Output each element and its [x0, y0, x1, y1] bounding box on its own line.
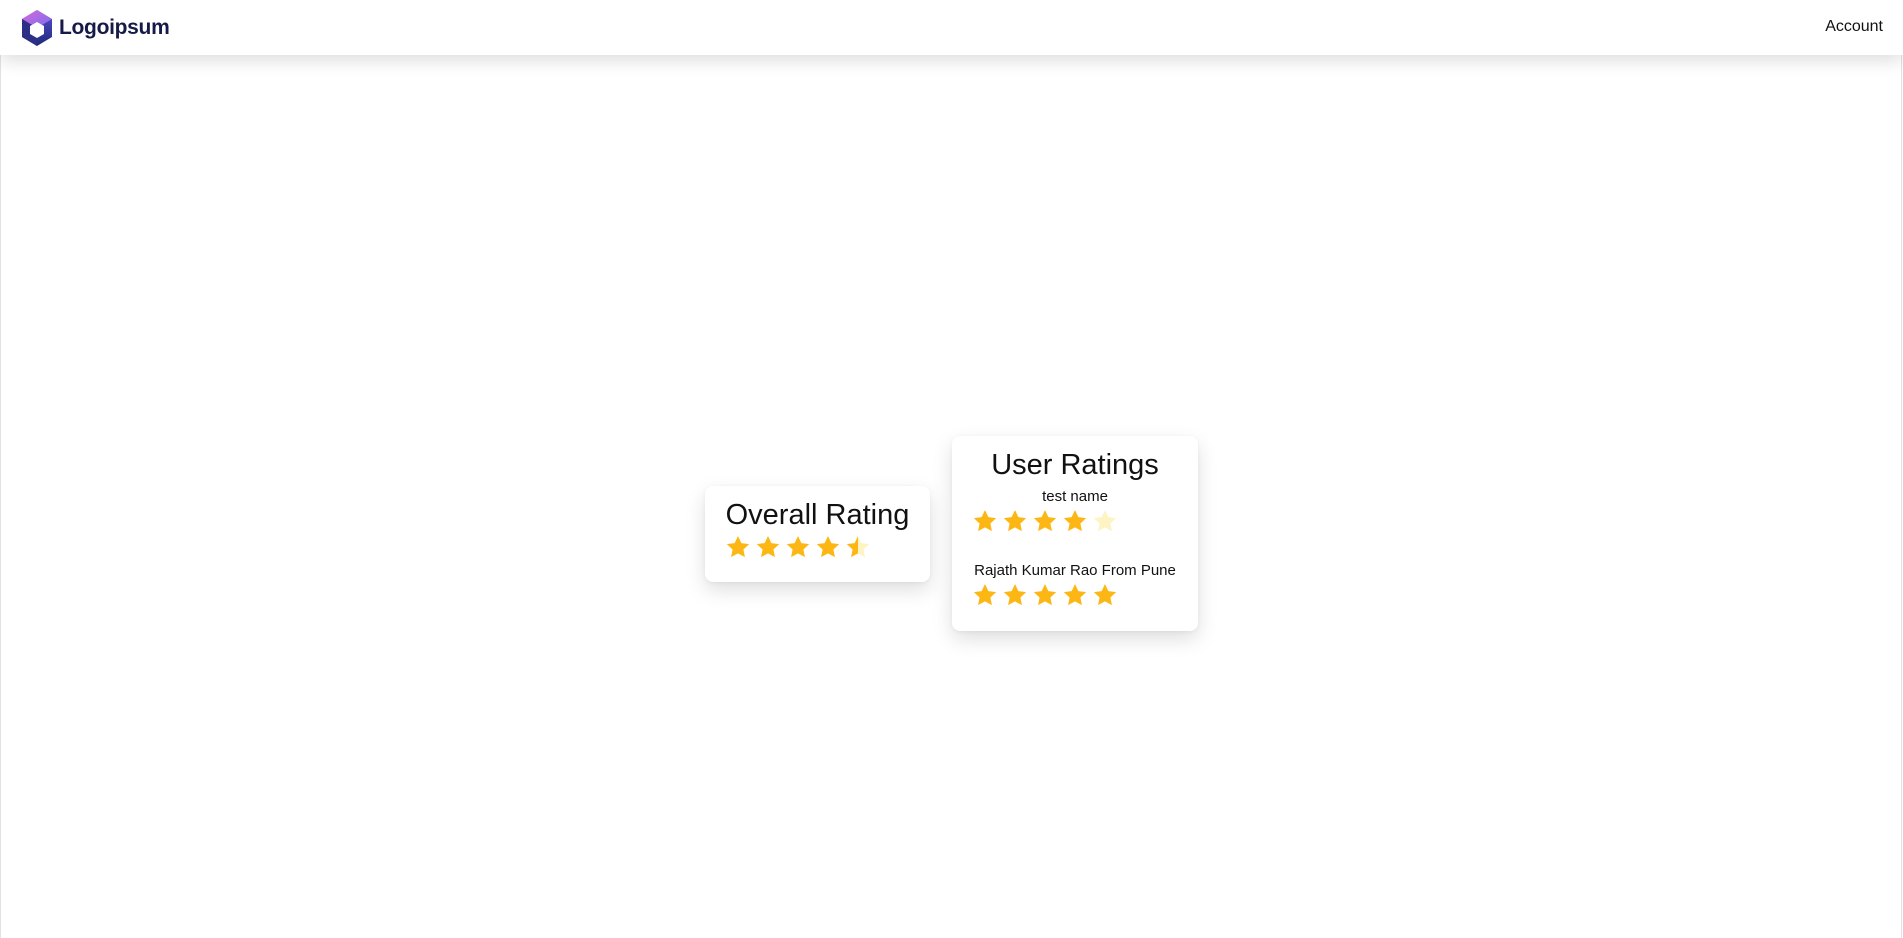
review-stars: [972, 508, 1122, 534]
star-filled-icon: [815, 534, 841, 560]
star-half-icon: [845, 534, 871, 560]
review-stars: [972, 582, 1122, 608]
star-filled-icon: [1032, 582, 1058, 608]
star-filled-icon: [755, 534, 781, 560]
star-filled-icon: [972, 508, 998, 534]
account-link[interactable]: Account: [1825, 18, 1883, 36]
overall-rating-title: Overall Rating: [725, 499, 910, 531]
star-filled-icon: [1062, 508, 1088, 534]
user-ratings-title: User Ratings: [991, 449, 1159, 481]
star-filled-icon: [1002, 508, 1028, 534]
page-frame: [0, 0, 1902, 938]
brand-logo-link[interactable]: Logoipsum: [20, 9, 170, 47]
star-filled-icon: [1002, 582, 1028, 608]
logo-icon: [20, 9, 54, 47]
star-empty-icon: [1092, 508, 1118, 534]
overall-rating-stars: [725, 534, 875, 560]
brand-name: Logoipsum: [59, 16, 170, 39]
star-filled-icon: [1032, 508, 1058, 534]
reviewer-name: Rajath Kumar Rao From Pune: [974, 562, 1176, 579]
user-ratings-card: User Ratings test name Rajath Kumar Rao …: [952, 436, 1198, 631]
top-navbar: Logoipsum Account: [0, 0, 1903, 55]
overall-rating-card: Overall Rating: [705, 486, 930, 582]
star-filled-icon: [972, 582, 998, 608]
star-filled-icon: [725, 534, 751, 560]
star-filled-icon: [785, 534, 811, 560]
star-filled-icon: [1092, 582, 1118, 608]
star-filled-icon: [1062, 582, 1088, 608]
reviewer-name: test name: [1042, 488, 1108, 505]
